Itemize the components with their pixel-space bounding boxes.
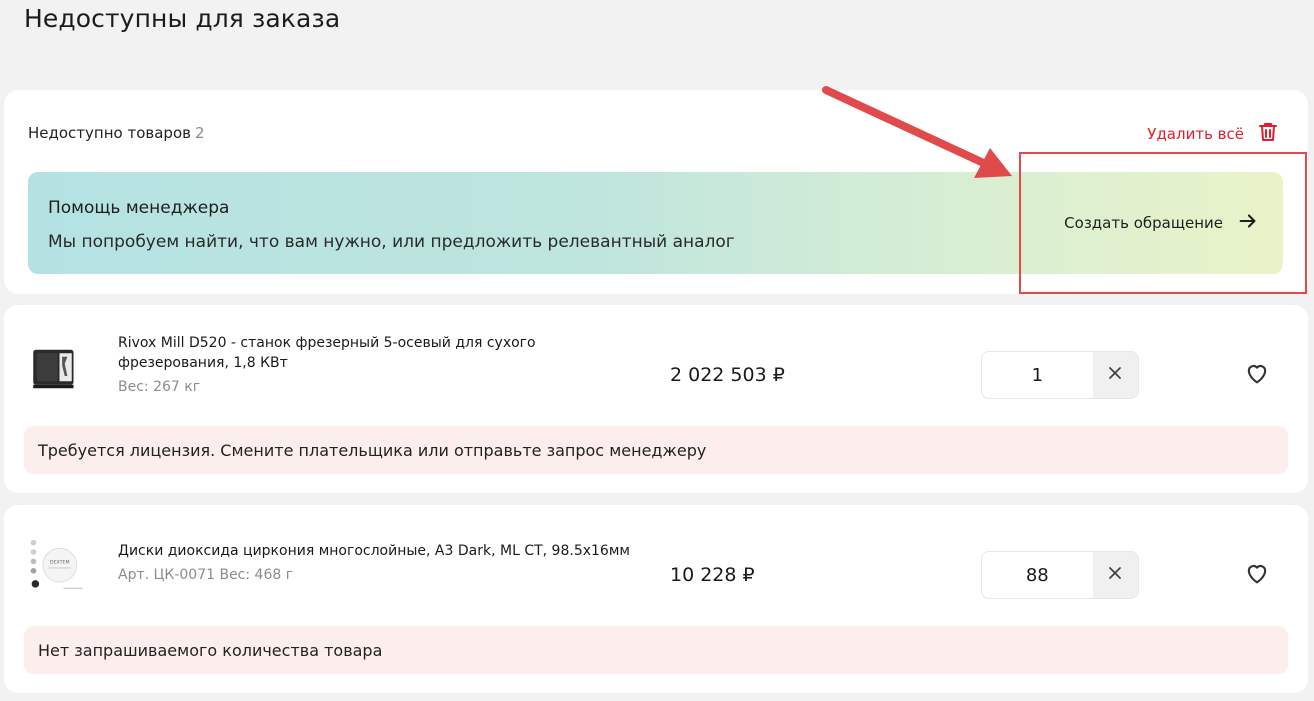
close-icon [1107, 365, 1123, 385]
unavailable-count: 2 [194, 124, 205, 142]
unavailable-count-label: Недоступно товаров 2 [28, 124, 205, 142]
favorite-button[interactable] [1242, 360, 1272, 390]
product-meta: Вес: 267 кг [118, 379, 201, 395]
quantity-value[interactable]: 1 [982, 352, 1093, 398]
heart-icon [1243, 559, 1271, 591]
product-price: 10 228 ₽ [670, 564, 755, 586]
manager-help-title: Помощь менеджера [48, 198, 230, 218]
remove-item-button[interactable] [1092, 352, 1138, 398]
warning-message: Требуется лицензия. Смените плательщика … [24, 426, 1288, 474]
svg-text:DEXTEM: DEXTEM [50, 559, 70, 565]
product-name[interactable]: Rivox Mill D520 - станок фрезерный 5-осе… [118, 333, 638, 373]
page-title: Недоступны для заказа [24, 4, 341, 33]
product-image[interactable] [24, 337, 88, 401]
quantity-stepper[interactable]: 88 [981, 551, 1139, 599]
remove-item-button[interactable] [1092, 552, 1138, 598]
quantity-value[interactable]: 88 [982, 552, 1093, 598]
product-meta: Арт. ЦК-0071 Вес: 468 г [118, 567, 294, 583]
delete-all-label: Удалить всё [1147, 125, 1244, 143]
favorite-button[interactable] [1242, 560, 1272, 590]
annotation-highlight-box [1019, 152, 1307, 294]
product-row: Rivox Mill D520 - станок фрезерный 5-осе… [4, 305, 1308, 493]
product-price: 2 022 503 ₽ [670, 364, 785, 386]
product-row: DEXTEM Диски диоксида циркония многослой… [4, 505, 1308, 693]
close-icon [1107, 565, 1123, 585]
unavailable-label-text: Недоступно товаров [28, 124, 191, 142]
product-name[interactable]: Диски диоксида циркония многослойные, A3… [118, 541, 638, 561]
trash-icon [1256, 120, 1280, 148]
product-image[interactable]: DEXTEM [24, 535, 88, 599]
delete-all-button[interactable]: Удалить всё [1147, 120, 1280, 148]
warning-message: Нет запрашиваемого количества товара [24, 626, 1288, 674]
heart-icon [1243, 359, 1271, 391]
quantity-stepper[interactable]: 1 [981, 351, 1139, 399]
manager-help-subtitle: Мы попробуем найти, что вам нужно, или п… [48, 232, 735, 252]
